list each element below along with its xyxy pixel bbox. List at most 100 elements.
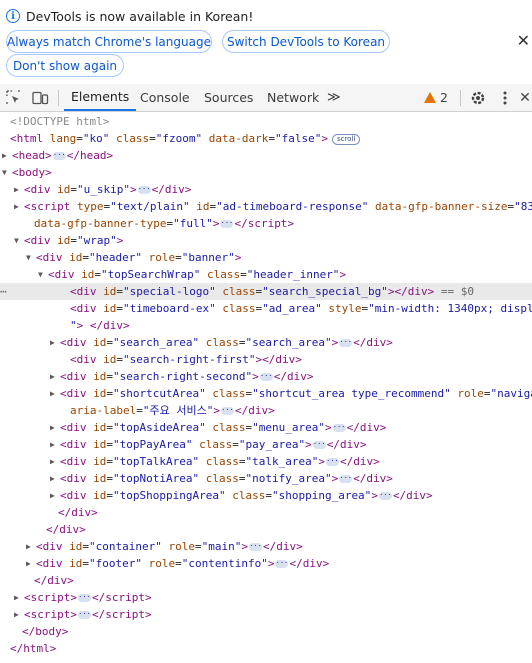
dont-show-again-button[interactable]: Don't show again bbox=[6, 54, 124, 77]
dom-tree-node[interactable]: ▶ <div id="search_area" class="search_are… bbox=[0, 334, 532, 351]
node-markup: <html lang="ko" class="fzoom" data-dark=… bbox=[10, 132, 361, 145]
dom-tree-node[interactable]: ▼ <div id="header" role="banner"> bbox=[0, 249, 532, 266]
expand-triangle-icon[interactable]: ▶ bbox=[50, 453, 60, 470]
toolbar-separator bbox=[58, 90, 59, 106]
expand-triangle-icon[interactable]: ▶ bbox=[50, 385, 60, 402]
node-markup: <div id="u_skip">···</div> bbox=[24, 183, 192, 196]
expand-triangle-icon[interactable]: ▶ bbox=[50, 419, 60, 436]
collapse-triangle-icon[interactable]: ▼ bbox=[14, 232, 24, 249]
expand-triangle-icon[interactable]: ▶ bbox=[14, 589, 24, 606]
node-markup: <div id="timeboard-ex" class="ad_area" s… bbox=[70, 302, 532, 315]
expand-triangle-icon[interactable]: ▶ bbox=[50, 368, 60, 385]
dom-tree-node[interactable]: <!DOCTYPE html> bbox=[0, 113, 532, 130]
dom-tree-node[interactable]: ▶ <script>···</script> bbox=[0, 606, 532, 623]
node-markup: </div> bbox=[34, 574, 74, 587]
dom-tree-node[interactable]: ▶ <div id="footer" role="contentinfo">···… bbox=[0, 555, 532, 572]
node-markup: <div id="topPayArea" class="pay_area">··… bbox=[60, 438, 367, 451]
node-markup: <div id="search_area" class="search_area… bbox=[60, 336, 393, 349]
node-markup: <div id="container" role="main">···</div… bbox=[36, 540, 303, 553]
dom-tree-node[interactable]: ▶ <div id="u_skip">···</div> bbox=[0, 181, 532, 198]
node-markup: <div id="topTalkArea" class="talk_area">… bbox=[60, 455, 380, 468]
dom-tree-node[interactable]: </div> bbox=[0, 572, 532, 589]
more-tabs-icon[interactable]: ≫ bbox=[327, 84, 341, 111]
dom-tree-node[interactable]: ▶ <div id="search-right-second">···</div> bbox=[0, 368, 532, 385]
expand-triangle-icon[interactable]: ▶ bbox=[14, 198, 24, 215]
dom-tree-node[interactable]: <html lang="ko" class="fzoom" data-dark=… bbox=[0, 130, 532, 147]
node-markup: "> </div> bbox=[70, 319, 130, 332]
node-markup: </body> bbox=[22, 625, 69, 638]
dom-tree-node[interactable]: ▶ <script type="text/plain" id="ad-timebo… bbox=[0, 198, 532, 215]
collapse-triangle-icon[interactable]: ▼ bbox=[26, 249, 36, 266]
dom-tree-node[interactable]: <div id="timeboard-ex" class="ad_area" s… bbox=[0, 300, 532, 317]
tab-console[interactable]: Console bbox=[140, 84, 190, 111]
dom-tree-node[interactable]: </div> bbox=[0, 504, 532, 521]
node-markup: <body> bbox=[12, 166, 52, 179]
expand-triangle-icon[interactable]: ▶ bbox=[14, 181, 24, 198]
node-markup: </div> bbox=[46, 523, 86, 536]
dom-tree-node[interactable]: ▶ <div id="container" role="main">···</di… bbox=[0, 538, 532, 555]
expand-triangle-icon[interactable]: ▶ bbox=[50, 436, 60, 453]
warnings-counter[interactable]: 2 bbox=[424, 84, 448, 111]
device-toolbar-icon[interactable] bbox=[30, 84, 50, 111]
dom-tree-node[interactable]: ▶ <div id="topPayArea" class="pay_area">·… bbox=[0, 436, 532, 453]
dom-tree-node[interactable]: </div> bbox=[0, 521, 532, 538]
settings-gear-icon[interactable] bbox=[468, 84, 488, 111]
expand-triangle-icon[interactable]: ▶ bbox=[50, 487, 60, 504]
dom-tree-node[interactable]: </html> bbox=[0, 640, 532, 657]
dom-tree-node[interactable]: <div id="search-right-first"></div> bbox=[0, 351, 532, 368]
dom-tree-node[interactable]: ▼ <div id="wrap"> bbox=[0, 232, 532, 249]
node-markup: <div id="special-logo" class="search_spe… bbox=[70, 285, 475, 298]
tab-sources[interactable]: Sources bbox=[204, 84, 253, 111]
node-markup: <!DOCTYPE html> bbox=[10, 115, 110, 128]
expand-triangle-icon[interactable]: ▶ bbox=[26, 538, 36, 555]
more-options-icon[interactable] bbox=[498, 84, 512, 111]
node-markup: aria-label="주요 서비스">···</div> bbox=[70, 404, 275, 417]
expand-triangle-icon[interactable]: ▶ bbox=[50, 334, 60, 351]
tab-network[interactable]: Network bbox=[267, 84, 319, 111]
close-devtools-icon[interactable]: ✕ bbox=[518, 84, 532, 111]
node-markup: <div id="shortcutArea" class="shortcut_a… bbox=[60, 387, 532, 400]
elements-dom-tree: <!DOCTYPE html> <html lang="ko" class="fz… bbox=[0, 112, 532, 663]
dom-tree-node[interactable]: aria-label="주요 서비스">···</div> bbox=[0, 402, 532, 419]
close-icon[interactable]: ✕ bbox=[517, 31, 530, 50]
dom-tree-node[interactable]: ▶ <div id="topNotiArea" class="notify_are… bbox=[0, 470, 532, 487]
always-match-language-button[interactable]: Always match Chrome's language bbox=[6, 30, 212, 53]
collapse-triangle-icon[interactable]: ▼ bbox=[38, 266, 48, 283]
dom-tree-node[interactable]: </body> bbox=[0, 623, 532, 640]
expand-triangle-icon[interactable]: ▶ bbox=[2, 147, 12, 164]
node-markup: <div id="search-right-first"></div> bbox=[70, 353, 302, 366]
node-markup: </html> bbox=[10, 642, 57, 655]
expand-triangle-icon[interactable]: ▶ bbox=[14, 606, 24, 623]
node-markup: <div id="topSearchWrap" class="header_in… bbox=[48, 268, 347, 281]
tab-elements[interactable]: Elements bbox=[64, 84, 137, 111]
dom-tree-node[interactable]: ▶ <head>···</head> bbox=[0, 147, 532, 164]
dom-tree-node[interactable]: ▶ <div id="topAsideArea" class="menu_area… bbox=[0, 419, 532, 436]
warning-icon bbox=[424, 92, 436, 103]
language-infobar: i DevTools is now available in Korean! A… bbox=[0, 0, 532, 84]
dom-tree-node[interactable]: ▶ <div id="shortcutArea" class="shortcut_… bbox=[0, 385, 532, 402]
node-actions-icon[interactable]: ⋯ bbox=[0, 283, 7, 300]
collapse-triangle-icon[interactable]: ▼ bbox=[2, 164, 12, 181]
warnings-count: 2 bbox=[440, 90, 448, 105]
dom-tree-node[interactable]: ⋯ <div id="special-logo" class="search_sp… bbox=[0, 283, 532, 300]
node-markup: <script type="text/plain" id="ad-timeboa… bbox=[24, 200, 532, 213]
dom-tree-node[interactable]: "> </div> bbox=[0, 317, 532, 334]
infobar-message-row: i DevTools is now available in Korean! bbox=[6, 6, 253, 26]
info-icon: i bbox=[6, 9, 20, 23]
dom-tree-node[interactable]: ▶ <script>···</script> bbox=[0, 589, 532, 606]
expand-triangle-icon[interactable]: ▶ bbox=[26, 555, 36, 572]
expand-triangle-icon[interactable]: ▶ bbox=[50, 470, 60, 487]
toolbar-separator bbox=[460, 90, 461, 106]
node-markup: <head>···</head> bbox=[12, 149, 114, 162]
dom-tree-node[interactable]: ▼ <body> bbox=[0, 164, 532, 181]
node-markup: <div id="header" role="banner"> bbox=[36, 251, 242, 264]
switch-to-korean-button[interactable]: Switch DevTools to Korean bbox=[222, 30, 390, 53]
node-markup: </div> bbox=[58, 506, 98, 519]
node-markup: <script>···</script> bbox=[24, 591, 152, 604]
dom-tree-node[interactable]: ▶ <div id="topShoppingArea" class="shoppi… bbox=[0, 487, 532, 504]
inspect-element-icon[interactable] bbox=[4, 84, 22, 111]
node-markup: <div id="footer" role="contentinfo">···<… bbox=[36, 557, 330, 570]
dom-tree-node[interactable]: data-gfp-banner-type="full">···</script> bbox=[0, 215, 532, 232]
dom-tree-node[interactable]: ▶ <div id="topTalkArea" class="talk_area"… bbox=[0, 453, 532, 470]
dom-tree-node[interactable]: ▼ <div id="topSearchWrap" class="header_i… bbox=[0, 266, 532, 283]
